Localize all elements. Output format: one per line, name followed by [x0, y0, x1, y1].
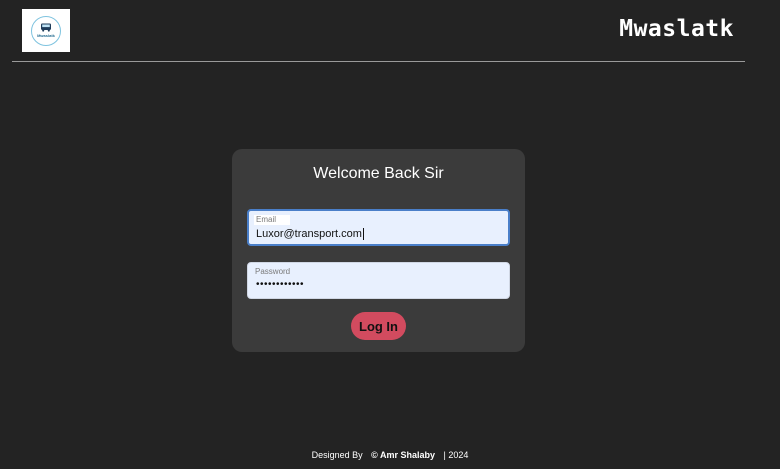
login-page: Mwaslatk Mwaslatk Welcome Back Sir Email…	[0, 0, 780, 469]
email-input[interactable]: Luxor@transport.com	[256, 227, 364, 241]
brand-title: Mwaslatk	[619, 16, 734, 42]
footer-author: © Amr Shalaby	[371, 450, 435, 460]
login-title: Welcome Back Sir	[313, 165, 444, 182]
logo-text: Mwaslatk	[37, 33, 55, 38]
text-caret	[362, 228, 364, 241]
password-input[interactable]: ••••••••••••	[256, 278, 304, 292]
email-label: Email	[254, 215, 291, 225]
header-divider	[12, 61, 745, 62]
footer: Designed By © Amr Shalaby | 2024	[0, 450, 780, 460]
app-logo: Mwaslatk	[22, 9, 70, 52]
footer-year: | 2024	[443, 450, 469, 460]
email-field[interactable]: Email Luxor@transport.com	[247, 209, 510, 246]
email-value: Luxor@transport.com	[256, 228, 362, 240]
bus-logo-icon: Mwaslatk	[31, 15, 61, 46]
password-label: Password	[253, 267, 293, 277]
login-button[interactable]: Log In	[351, 312, 406, 340]
password-field[interactable]: Password ••••••••••••	[247, 262, 510, 299]
footer-designed-by: Designed By	[311, 450, 363, 460]
login-card: Welcome Back Sir Email Luxor@transport.c…	[232, 149, 525, 352]
